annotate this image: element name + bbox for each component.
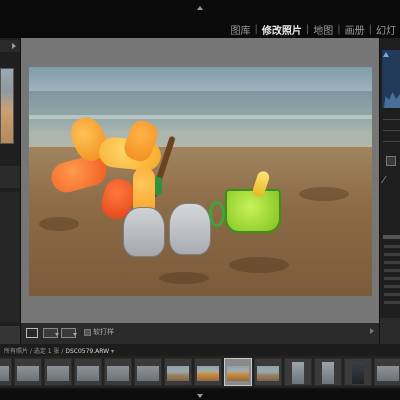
sneaker-left (123, 207, 165, 257)
thumbnail-image (167, 366, 189, 381)
filmstrip-thumbnail[interactable] (164, 358, 192, 386)
module-picker: 图库 | 修改照片 | 地图 | 画册 | 幻灯 (227, 22, 400, 37)
thumbnail-image (47, 366, 69, 381)
thumbnail-image (322, 362, 334, 384)
thumbnail-image (107, 366, 129, 381)
thumbnail-image (0, 366, 9, 381)
sand-footprint (159, 272, 209, 284)
toy-bucket (225, 189, 281, 233)
crop-tool-icon[interactable] (386, 156, 396, 166)
filmstrip-thumbnail[interactable] (314, 358, 342, 386)
main-photo[interactable] (29, 67, 372, 296)
filmstrip-thumbnail[interactable] (0, 358, 12, 386)
chevron-down-icon[interactable] (55, 333, 59, 336)
module-map[interactable]: 地图 (309, 22, 337, 37)
chevron-down-icon[interactable]: ▾ (111, 348, 114, 355)
loupe-view-button[interactable] (26, 328, 38, 338)
thumbnail-image (352, 362, 364, 384)
presets-header[interactable] (0, 166, 20, 188)
sand-footprint (229, 257, 289, 273)
slider-track[interactable] (384, 261, 400, 264)
slider-track[interactable] (384, 293, 400, 296)
module-develop[interactable]: 修改照片 (258, 22, 306, 37)
info-row (383, 134, 400, 142)
module-slideshow[interactable]: 幻灯 (372, 22, 400, 37)
sand-footprint (39, 217, 79, 231)
histogram-info (383, 112, 400, 145)
thumbnail-image (377, 366, 399, 381)
filmstrip-thumbnail[interactable] (224, 358, 252, 386)
filmstrip-thumbnail[interactable] (44, 358, 72, 386)
soft-proofing-checkbox[interactable] (84, 329, 91, 336)
eyedropper-icon[interactable]: ⁄ (383, 175, 400, 186)
info-row (383, 112, 400, 120)
thumbnail-image (77, 366, 99, 381)
thumbnail-image (292, 362, 304, 384)
filmstrip-thumbnail[interactable] (134, 358, 162, 386)
filmstrip-thumbnail[interactable] (344, 358, 372, 386)
temp-slider[interactable] (383, 235, 400, 239)
sand-footprint (299, 187, 349, 201)
module-book[interactable]: 画册 (341, 22, 369, 37)
module-library[interactable]: 图库 (227, 22, 255, 37)
histogram-graph (384, 92, 400, 108)
filmstrip-thumbnail[interactable] (104, 358, 132, 386)
slider-track[interactable] (384, 277, 400, 280)
filmstrip-filename: DSC0579.ARW (65, 348, 110, 355)
slider-track[interactable] (384, 301, 400, 304)
soft-proofing-label: 软打样 (93, 328, 114, 336)
copy-button[interactable] (0, 326, 20, 344)
slider-track[interactable] (384, 245, 400, 248)
slider-track[interactable] (384, 253, 400, 256)
filmstrip-thumbnail[interactable] (14, 358, 42, 386)
thumbnail-image (197, 366, 219, 381)
thumbnail-image (17, 366, 39, 381)
info-row (383, 123, 400, 131)
thumbnail-image (137, 366, 159, 381)
previous-button[interactable] (380, 318, 400, 344)
filmstrip-path-label: 所有照片 / 选定 1 张 / (4, 348, 64, 355)
filmstrip-thumbnail[interactable] (284, 358, 312, 386)
photo-sky (29, 67, 372, 91)
chevron-down-icon[interactable] (73, 333, 77, 336)
toy-ring (209, 201, 225, 227)
sneaker-right (169, 203, 211, 255)
slider-track[interactable] (384, 285, 400, 288)
navigator-preview[interactable] (0, 68, 14, 144)
collapse-top-panel-icon[interactable] (197, 6, 203, 10)
presets-list (0, 192, 20, 322)
toolbar-menu-icon[interactable] (370, 328, 374, 334)
filmstrip-thumbnail[interactable] (254, 358, 282, 386)
expand-navigator-icon[interactable] (12, 43, 16, 49)
filmstrip-thumbnail[interactable] (194, 358, 222, 386)
navigator-header[interactable] (0, 40, 20, 52)
basic-sliders (384, 245, 400, 309)
filmstrip-source[interactable]: 所有照片 / 选定 1 张 / DSC0579.ARW ▾ (4, 346, 114, 355)
collapse-filmstrip-icon[interactable] (197, 394, 203, 398)
filmstrip-thumbnail[interactable] (374, 358, 400, 386)
thumbnail-image (227, 366, 249, 381)
thumbnail-image (257, 366, 279, 381)
tool-strip: ⁄ (383, 175, 400, 186)
histogram (382, 50, 400, 108)
filmstrip-thumbnail[interactable] (74, 358, 102, 386)
slider-track[interactable] (384, 269, 400, 272)
clipping-warning-icon[interactable] (383, 52, 389, 57)
